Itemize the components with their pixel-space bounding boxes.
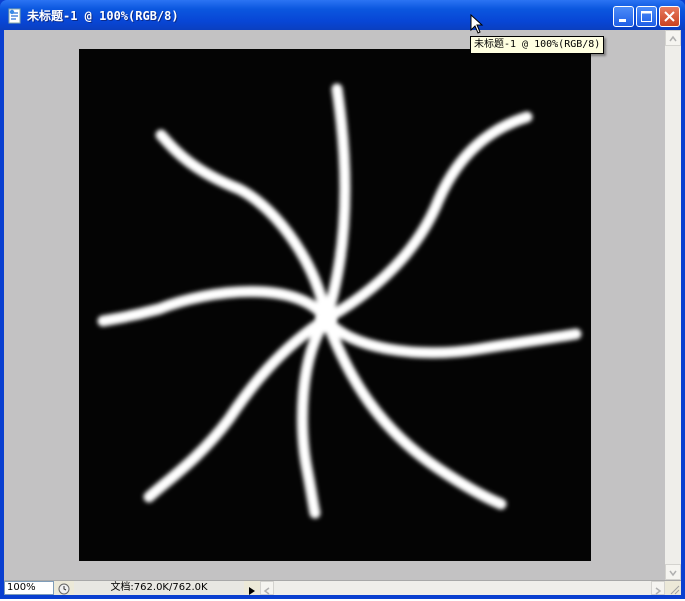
minimize-button[interactable] <box>613 6 634 27</box>
maximize-icon <box>641 11 652 22</box>
window-client: 100% 文档:762.0K/762.0K <box>4 30 681 595</box>
window-title: 未标题-1 @ 100%(RGB/8) <box>27 9 179 23</box>
chevron-right-icon <box>655 587 662 595</box>
title-bar[interactable]: 未标题-1 @ 100%(RGB/8) <box>0 0 685 30</box>
chevron-up-icon <box>669 35 677 42</box>
swirl-artwork <box>97 83 582 519</box>
scroll-up-button[interactable] <box>665 30 681 46</box>
scroll-down-button[interactable] <box>665 564 681 580</box>
swirl-stroke <box>320 313 582 359</box>
mouse-cursor-icon <box>470 13 484 34</box>
document-window: 未标题-1 @ 100%(RGB/8) 100% 文档:762.0K/762.0… <box>0 0 685 599</box>
swirl-stroke <box>97 286 332 327</box>
swirl-stroke <box>296 313 332 519</box>
swirl-stroke <box>320 83 351 325</box>
close-button[interactable] <box>659 6 680 27</box>
zoom-input[interactable]: 100% <box>4 581 54 595</box>
document-size-info: 文档:762.0K/762.0K <box>74 581 244 595</box>
document-icon <box>7 8 23 24</box>
swirl-strokes <box>97 83 582 519</box>
swirl-stroke <box>320 111 533 325</box>
status-bar: 100% 文档:762.0K/762.0K <box>4 580 681 595</box>
chevron-down-icon <box>669 570 677 577</box>
clock-icon[interactable] <box>56 581 72 595</box>
workspace <box>4 30 665 580</box>
horizontal-scrollbar[interactable] <box>260 581 665 595</box>
maximize-button[interactable] <box>636 6 657 27</box>
scroll-right-button[interactable] <box>651 581 665 595</box>
scroll-left-button[interactable] <box>260 581 274 595</box>
resize-grip-icon[interactable] <box>665 581 681 595</box>
close-icon <box>664 11 675 22</box>
minimize-icon <box>619 19 626 22</box>
chevron-left-icon <box>263 587 270 595</box>
title-tooltip: 未标题-1 @ 100%(RGB/8) <box>470 36 605 54</box>
status-menu-arrow-icon[interactable] <box>246 582 258 595</box>
image-canvas[interactable] <box>79 49 591 561</box>
vertical-scrollbar[interactable] <box>665 30 681 580</box>
swirl-center <box>316 309 336 329</box>
